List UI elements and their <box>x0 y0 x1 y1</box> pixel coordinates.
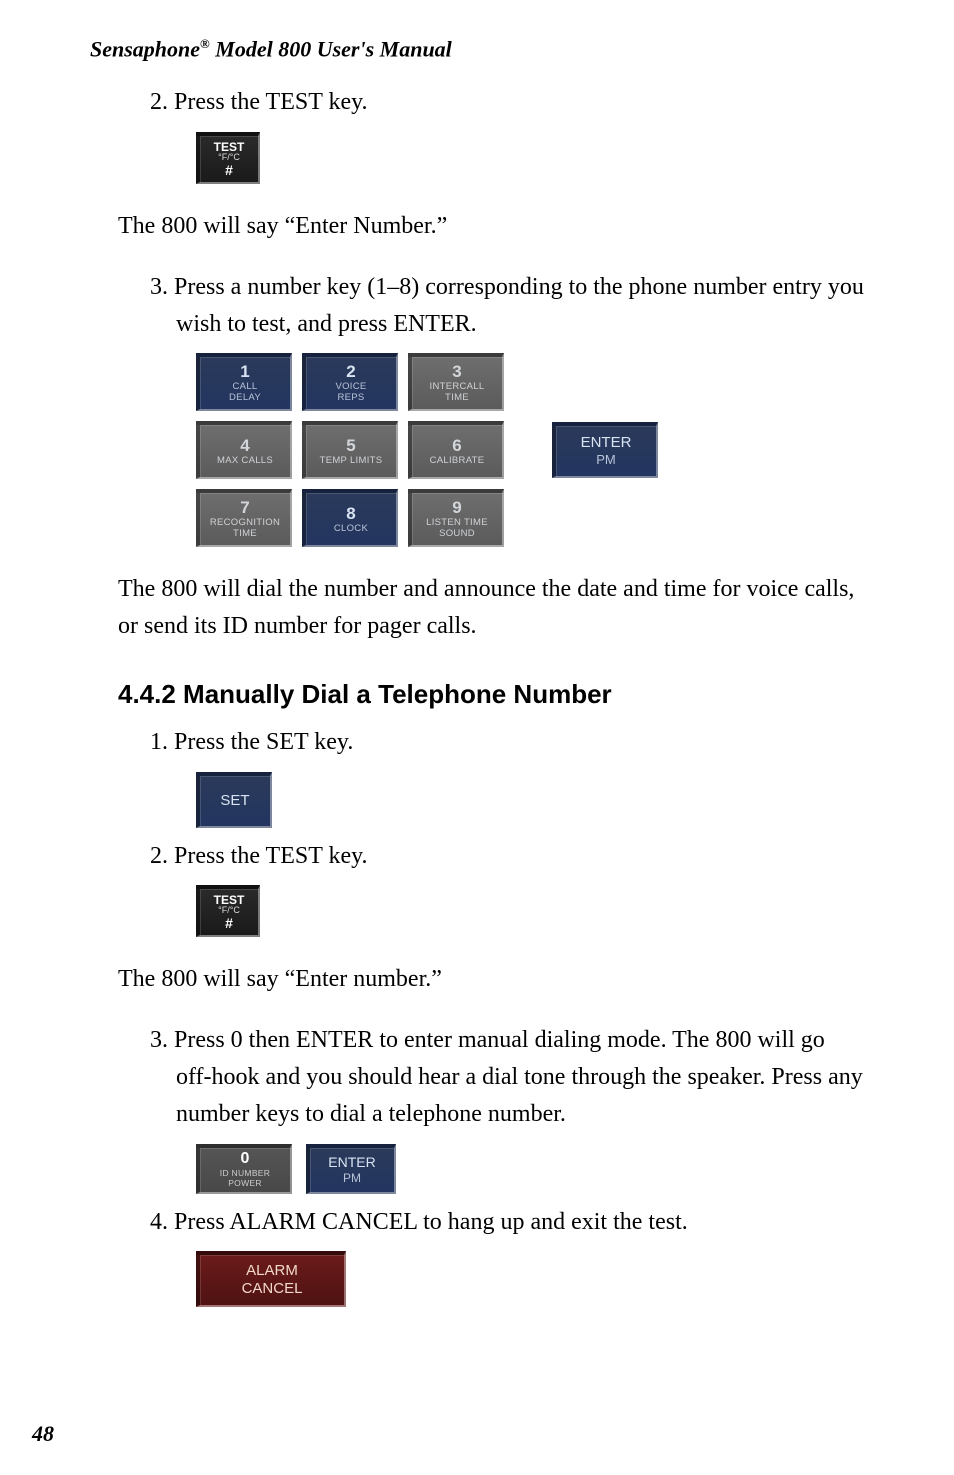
key-sub2: TIME <box>233 529 257 539</box>
page-header: Sensaphone® Model 800 User's Manual <box>90 36 864 62</box>
alarm-cancel-key-icon: ALARM CANCEL <box>196 1251 346 1307</box>
keypad-key-9: 9LISTEN TIMESOUND <box>408 489 504 547</box>
key-sub2: TIME <box>445 393 469 403</box>
enter2-top: ENTER <box>328 1155 375 1170</box>
keypad-key-8: 8CLOCK <box>302 489 398 547</box>
brand: Sensaphone <box>90 36 200 61</box>
key-num: 9 <box>452 499 461 517</box>
keypad-key-7: 7RECOGNITIONTIME <box>196 489 292 547</box>
key-num: 2 <box>346 363 355 381</box>
section-4-4-2-heading: 4.4.2 Manually Dial a Telephone Number <box>118 679 864 710</box>
header-rest: Model 800 User's Manual <box>210 36 452 61</box>
keypad-key-4: 4MAX CALLS <box>196 421 292 479</box>
keypad-block: 1CALLDELAY2VOICEREPS3INTERCALLTIME4MAX C… <box>196 353 864 547</box>
keypad-key-2: 2VOICEREPS <box>302 353 398 411</box>
keypad-grid: 1CALLDELAY2VOICEREPS3INTERCALLTIME4MAX C… <box>196 353 504 547</box>
sec1-step2: 2. Press the TEST key. <box>150 84 864 121</box>
set-key-icon: SET <box>196 772 272 828</box>
keypad-key-1: 1CALLDELAY <box>196 353 292 411</box>
zero-sub1: ID NUMBER <box>220 1169 270 1178</box>
zero-num: 0 <box>241 1151 250 1168</box>
key-num: 4 <box>240 437 249 455</box>
zero-key-icon: 0 ID NUMBER POWER <box>196 1144 292 1194</box>
enter-top: ENTER <box>581 435 632 451</box>
enter2-bot: PM <box>343 1172 361 1185</box>
zero-sub2: POWER <box>228 1179 262 1188</box>
sec1-body2: The 800 will dial the number and announc… <box>118 571 864 645</box>
sec2-step3: 3. Press 0 then ENTER to enter manual di… <box>150 1022 864 1134</box>
key-sub1: CLOCK <box>334 524 368 534</box>
set-key-label: SET <box>220 793 249 809</box>
key-sub1: MAX CALLS <box>217 456 273 466</box>
key-sub1: VOICE <box>335 382 366 392</box>
key-num: 5 <box>346 437 355 455</box>
key-sub2: SOUND <box>439 529 475 539</box>
registered-mark: ® <box>200 36 210 51</box>
sec2-step4: 4. Press ALARM CANCEL to hang up and exi… <box>150 1204 864 1241</box>
enter-bot: PM <box>596 453 616 467</box>
key-sub1: TEMP LIMITS <box>320 456 383 466</box>
key-sub1: CALIBRATE <box>430 456 485 466</box>
sec2-step2: 2. Press the TEST key. <box>150 838 864 875</box>
test-key2-l3: # <box>225 916 233 930</box>
key-sub1: CALL <box>233 382 258 392</box>
key-num: 1 <box>240 363 249 381</box>
test-key-l3: # <box>225 163 233 177</box>
key-sub2: REPS <box>337 393 364 403</box>
keypad-key-5: 5TEMP LIMITS <box>302 421 398 479</box>
key-sub2: DELAY <box>229 393 261 403</box>
key-sub1: LISTEN TIME <box>426 518 488 528</box>
key-num: 6 <box>452 437 461 455</box>
keypad-key-6: 6CALIBRATE <box>408 421 504 479</box>
sec2-step1: 1. Press the SET key. <box>150 724 864 761</box>
keypad-key-3: 3INTERCALLTIME <box>408 353 504 411</box>
sec1-step3: 3. Press a number key (1–8) correspondin… <box>150 269 864 343</box>
alarm-l2: CANCEL <box>242 1280 303 1298</box>
key-num: 7 <box>240 499 249 517</box>
key-num: 8 <box>346 505 355 523</box>
alarm-l1: ALARM <box>246 1262 298 1280</box>
sec1-body1: The 800 will say “Enter Number.” <box>118 208 864 245</box>
key-num: 3 <box>452 363 461 381</box>
key-sub1: RECOGNITION <box>210 518 280 528</box>
test-key-icon-2: TEST °F/°C # <box>196 885 260 937</box>
page-number: 48 <box>32 1421 54 1447</box>
enter-key-icon-2: ENTER PM <box>306 1144 396 1194</box>
test-key-icon: TEST °F/°C # <box>196 132 260 184</box>
enter-key-icon: ENTER PM <box>552 422 658 478</box>
sec2-body1: The 800 will say “Enter number.” <box>118 961 864 998</box>
key-sub1: INTERCALL <box>430 382 485 392</box>
